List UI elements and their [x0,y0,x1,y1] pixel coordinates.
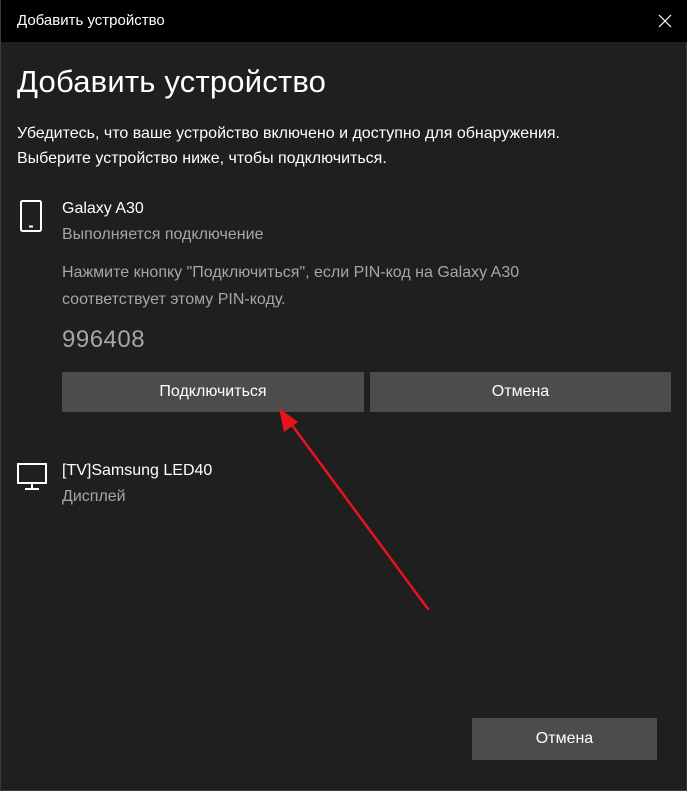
pin-prompt-line-1: Нажмите кнопку "Подключиться", если PIN-… [62,264,520,281]
page-title: Добавить устройство [17,64,327,99]
pin-prompt-line-2: соответствует этому PIN-коду. [62,291,286,308]
window-title: Добавить устройство [17,12,165,29]
close-button[interactable] [642,0,687,42]
device-status: Дисплей [62,488,126,505]
monitor-icon [17,463,47,490]
device-name: Galaxy A30 [62,200,144,217]
pin-prompt: Нажмите кнопку "Подключиться", если PIN-… [62,259,519,313]
instruction-line-1: Убедитесь, что ваше устройство включено … [17,125,560,142]
instructions: Убедитесь, что ваше устройство включено … [17,121,667,171]
device-status: Выполняется подключение [62,226,264,243]
close-icon [658,14,672,28]
add-device-dialog: Добавить устройство Добавить устройство … [0,0,687,791]
title-bar: Добавить устройство [1,0,687,42]
device-name: [TV]Samsung LED40 [62,462,213,479]
cancel-pairing-button[interactable]: Отмена [370,372,671,412]
annotation-arrow-shaft [287,419,430,611]
connect-button[interactable]: Подключиться [62,372,364,412]
phone-icon [20,200,42,232]
instruction-line-2: Выберите устройство ниже, чтобы подключи… [17,150,387,167]
cancel-button[interactable]: Отмена [472,718,657,760]
pin-code: 996408 [62,326,146,353]
